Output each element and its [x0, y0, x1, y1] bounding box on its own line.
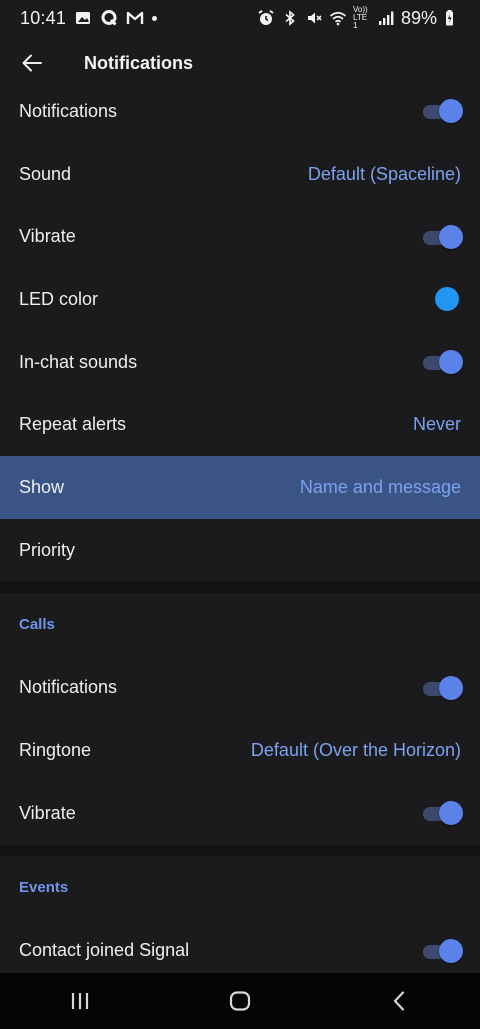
battery-charging-icon [443, 9, 461, 27]
recent-apps-icon [71, 993, 89, 1009]
setting-row-sound[interactable]: Sound Default (Spaceline) [0, 143, 480, 206]
contact-joined-toggle[interactable] [421, 938, 463, 963]
setting-value: Name and message [299, 476, 461, 497]
status-right: Vo)) LTE1 89% [257, 6, 461, 30]
setting-row-repeat-alerts[interactable]: Repeat alerts Never [0, 393, 480, 456]
volte-label: Vo)) LTE1 [352, 5, 368, 30]
section-header-calls: Calls [19, 616, 55, 633]
led-color-swatch[interactable] [435, 287, 459, 312]
mute-icon [305, 9, 323, 27]
dot-icon [152, 15, 158, 21]
setting-row-led-color[interactable]: LED color [0, 268, 480, 331]
setting-row-vibrate[interactable]: Vibrate [0, 205, 480, 268]
setting-label: Vibrate [19, 226, 76, 247]
setting-row-calls-vibrate[interactable]: Vibrate [0, 782, 480, 845]
gallery-icon [74, 9, 92, 27]
setting-value: Default (Over the Horizon) [250, 740, 461, 761]
setting-label: Priority [19, 539, 76, 560]
setting-label: Notifications [19, 677, 118, 698]
setting-label: Contact joined Signal [19, 940, 190, 961]
bluetooth-icon [281, 9, 299, 27]
in-chat-sounds-toggle[interactable] [421, 350, 463, 375]
vibrate-toggle[interactable] [421, 224, 463, 249]
setting-value: Never [412, 414, 461, 435]
setting-label: Ringtone [19, 740, 92, 761]
setting-label: Vibrate [19, 802, 76, 823]
back-button[interactable] [16, 47, 48, 79]
setting-row-priority[interactable]: Priority [0, 519, 480, 582]
setting-row-show[interactable]: Show Name and message [0, 456, 480, 519]
status-time: 10:41 [20, 7, 67, 28]
setting-row-ringtone[interactable]: Ringtone Default (Over the Horizon) [0, 719, 480, 782]
system-nav-bar [0, 973, 480, 1029]
setting-value: Default (Spaceline) [307, 163, 461, 184]
setting-label: In-chat sounds [19, 351, 138, 372]
settings-list: Notifications Sound Default (Spaceline) … [0, 80, 480, 982]
nav-back-button[interactable] [370, 973, 430, 1029]
setting-label: LED color [19, 288, 99, 309]
setting-label: Notifications [19, 100, 118, 121]
alarm-icon [257, 9, 275, 27]
section-divider [0, 844, 480, 856]
setting-label: Sound [19, 163, 72, 184]
section-divider [0, 581, 480, 593]
gmail-icon [126, 9, 144, 27]
chevron-left-icon [393, 991, 405, 1011]
home-button[interactable] [210, 973, 270, 1029]
setting-row-in-chat-sounds[interactable]: In-chat sounds [0, 331, 480, 394]
setting-row-calls-notifications[interactable]: Notifications [0, 657, 480, 720]
back-arrow-icon [22, 54, 42, 72]
volte-icon: Vo)) LTE1 [353, 6, 371, 30]
setting-label: Show [19, 476, 65, 497]
calls-notifications-toggle[interactable] [421, 675, 463, 700]
status-bar: 10:41 Vo)) LTE1 89% [0, 0, 480, 36]
home-icon [229, 991, 251, 1011]
status-left: 10:41 [20, 7, 158, 29]
battery-percent: 89% [400, 7, 437, 28]
wifi-icon [329, 9, 347, 27]
notifications-toggle[interactable] [421, 99, 463, 124]
signal-icon [377, 9, 395, 27]
section-header-events: Events [19, 879, 69, 897]
calls-vibrate-toggle[interactable] [421, 801, 463, 826]
page-title: Notifications [84, 52, 194, 73]
setting-label: Repeat alerts [19, 414, 127, 435]
recent-apps-button[interactable] [50, 973, 110, 1029]
setting-row-notifications[interactable]: Notifications [0, 80, 480, 143]
q-app-icon [100, 9, 118, 27]
